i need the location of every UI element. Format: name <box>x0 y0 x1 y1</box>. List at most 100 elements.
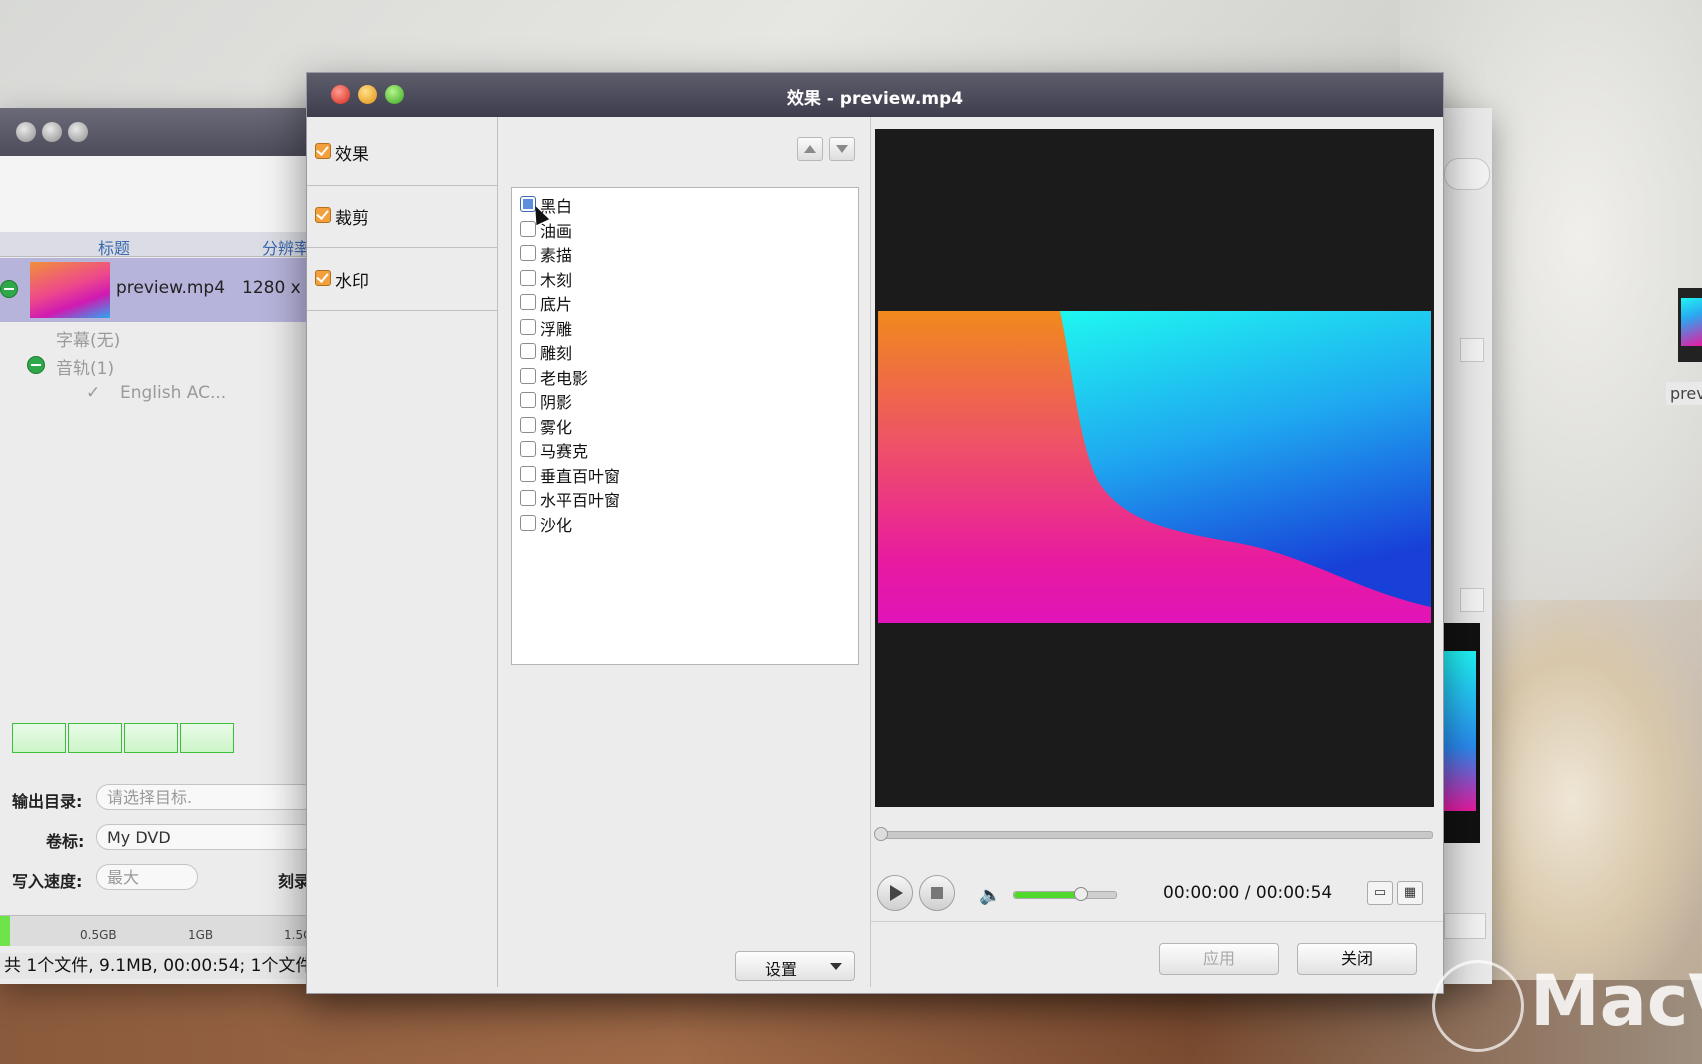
output-dir-field[interactable]: 请选择目标. <box>96 784 316 810</box>
category-effects[interactable]: 效果 <box>307 117 497 186</box>
effect-label: 木刻 <box>540 270 573 290</box>
effect-checkbox[interactable] <box>520 269 536 286</box>
effect-checkbox[interactable] <box>520 416 536 433</box>
effect-checkbox[interactable] <box>520 465 536 482</box>
effect-label: 雾化 <box>540 417 573 437</box>
effects-dialog: 效果 - preview.mp4 效果 裁剪 水印 黑白 油画 素描 木刻 底片 浮雕 雕刻… <box>306 72 1444 994</box>
file-list-header: 标题 分辨率 <box>0 232 310 259</box>
audio-track-label: English AC... <box>120 383 227 403</box>
effect-checkbox[interactable] <box>520 220 536 237</box>
category-label: 裁剪 <box>335 209 369 229</box>
category-list: 效果 裁剪 水印 <box>307 117 498 987</box>
list-view-icon[interactable] <box>1444 158 1490 190</box>
capacity-fill <box>0 916 10 946</box>
close-dialog-button[interactable]: 关闭 <box>1297 943 1417 975</box>
settings-dropdown[interactable]: 设置 <box>735 951 855 981</box>
graph-thumb <box>124 723 178 753</box>
audio-item[interactable]: 音轨(1) <box>56 354 114 379</box>
effect-label: 马赛克 <box>540 442 589 461</box>
effect-label: 垂直百叶窗 <box>540 466 621 486</box>
file-row[interactable]: preview.mp4 1280 x 7 <box>0 258 317 322</box>
close-button[interactable] <box>16 122 36 142</box>
volume-fill <box>1014 892 1081 898</box>
desktop-file-icon[interactable] <box>1678 288 1702 362</box>
category-label: 效果 <box>335 145 369 165</box>
category-label: 水印 <box>335 272 369 292</box>
main-window-right-strip <box>1444 108 1492 984</box>
pane-divider <box>870 117 871 987</box>
effect-label: 浮雕 <box>540 319 573 339</box>
time-readout: 00:00:00 / 00:00:54 <box>1163 883 1333 903</box>
category-watermark[interactable]: 水印 <box>307 248 497 311</box>
ruler-tick: 0.5GB <box>80 928 117 942</box>
zoom-button[interactable] <box>68 122 88 142</box>
dialog-titlebar: 效果 - preview.mp4 <box>307 73 1443 117</box>
effects-list: 黑白 油画 素描 木刻 底片 浮雕 雕刻 老电影 阴影 雾化 马赛克 垂直百叶窗 水平百叶窗 沙化 <box>511 187 859 665</box>
checkbox-icon[interactable] <box>315 143 331 159</box>
effect-checkbox[interactable] <box>520 318 536 335</box>
next-icon[interactable] <box>1460 588 1484 612</box>
desktop-file-label: prev <box>1666 382 1702 405</box>
effect-checkbox[interactable] <box>520 367 536 384</box>
effect-checkbox[interactable] <box>520 392 536 408</box>
effect-checkbox[interactable] <box>520 343 536 359</box>
video-thumbnail <box>30 262 110 318</box>
column-title[interactable]: 标题 <box>98 235 130 259</box>
next-icon[interactable] <box>1460 338 1484 362</box>
graph-thumb <box>12 723 66 753</box>
output-dir-label: 输出目录: <box>12 792 83 811</box>
volume-icon[interactable]: 🔈 <box>979 885 1001 906</box>
checkbox-icon[interactable] <box>315 270 331 286</box>
effect-label: 阴影 <box>540 393 573 412</box>
seek-knob[interactable] <box>874 827 888 841</box>
video-preview <box>875 129 1434 807</box>
volume-slider[interactable] <box>1013 887 1117 901</box>
graph-thumb <box>180 723 234 753</box>
file-name: preview.mp4 <box>116 278 226 298</box>
effect-label: 底片 <box>540 295 573 314</box>
apply-button[interactable]: 应用 <box>1159 943 1279 975</box>
watermark-text: MacV <box>1530 960 1702 1042</box>
effect-checkbox[interactable] <box>520 514 536 531</box>
seek-slider[interactable] <box>874 827 1433 841</box>
single-view-icon[interactable]: ▭ <box>1367 881 1393 905</box>
effect-checkbox[interactable] <box>520 294 536 310</box>
split-view-icon[interactable]: ▦ <box>1397 881 1423 905</box>
column-resolution[interactable]: 分辨率 <box>262 235 310 259</box>
audio-check-icon[interactable]: ✓ <box>86 383 100 403</box>
effect-checkbox[interactable] <box>520 441 536 457</box>
effect-label: 老电影 <box>540 368 589 388</box>
play-button[interactable] <box>877 875 913 911</box>
remove-file-icon[interactable] <box>0 280 18 298</box>
category-crop[interactable]: 裁剪 <box>307 185 497 248</box>
bottom-divider <box>870 921 1443 922</box>
effect-label: 素描 <box>540 246 573 265</box>
graph-thumb <box>68 723 122 753</box>
effect-label: 水平百叶窗 <box>540 491 621 510</box>
effect-checkbox[interactable] <box>520 490 536 506</box>
effect-label: 沙化 <box>540 515 573 535</box>
chevron-down-icon <box>830 963 842 970</box>
checkbox-icon[interactable] <box>315 207 331 223</box>
stop-button[interactable] <box>919 875 955 911</box>
minimize-button[interactable] <box>42 122 62 142</box>
volume-knob[interactable] <box>1074 887 1089 901</box>
camera-icon[interactable] <box>1444 913 1486 939</box>
watermark-logo-icon <box>1432 960 1524 1052</box>
remove-audio-icon[interactable] <box>27 356 45 374</box>
volume-label-label: 卷标: <box>46 832 85 851</box>
subtitle-item[interactable]: 字幕(无) <box>56 326 120 351</box>
dialog-title: 效果 - preview.mp4 <box>786 89 964 109</box>
status-bar: 共 1个文件, 9.1MB, 00:00:54; 1个文件和 <box>0 953 314 979</box>
video-frame-art <box>1060 311 1431 607</box>
write-speed-select[interactable]: 最大 <box>96 864 198 890</box>
move-up-button[interactable] <box>797 137 823 161</box>
volume-label-field[interactable]: My DVD <box>96 824 316 850</box>
capacity-ruler: 0.5GB 1GB 1.5G <box>0 915 312 946</box>
mini-preview <box>1444 623 1480 843</box>
effect-checkbox[interactable] <box>520 245 536 261</box>
video-frame <box>878 311 1431 623</box>
write-speed-label: 写入速度: <box>12 872 83 891</box>
move-down-button[interactable] <box>829 137 855 161</box>
settings-label: 设置 <box>764 960 797 979</box>
